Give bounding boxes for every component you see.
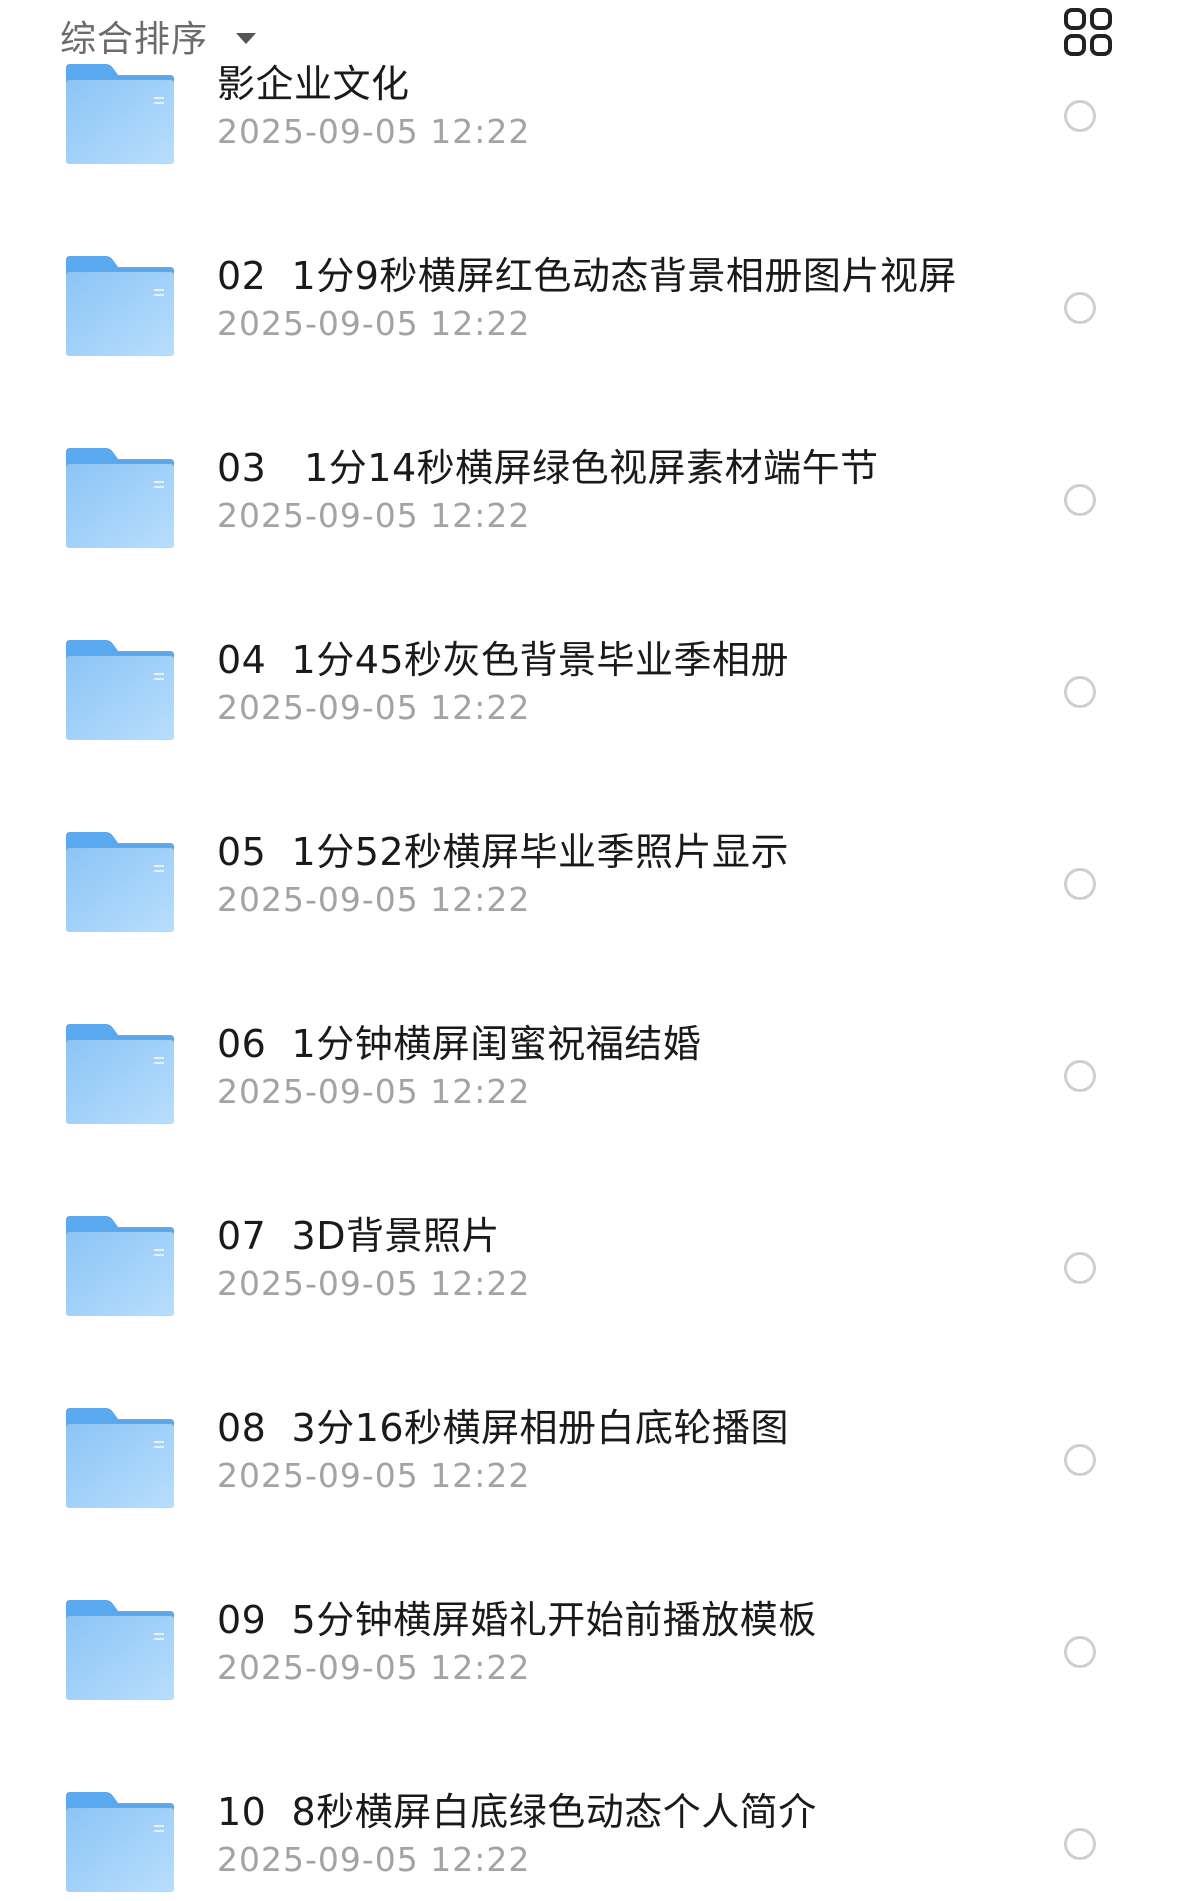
select-radio[interactable] — [1064, 1828, 1096, 1860]
sort-label: 综合排序 — [60, 19, 209, 60]
folder-icon — [66, 1792, 174, 1892]
file-row[interactable]: 08 3分16秒横屏相册白底轮播图 2025-09-05 12:22 — [0, 1277, 1179, 1508]
file-date: 2025-09-05 12:22 — [217, 1840, 531, 1879]
file-name: 07 3D背景照片 — [217, 1214, 500, 1258]
file-name: 10 8秒横屏白底绿色动态个人简介 — [217, 1790, 817, 1834]
sort-dropdown[interactable]: 综合排序 — [60, 10, 257, 62]
file-name: 05 1分52秒横屏毕业季照片显示 — [217, 830, 790, 874]
file-row[interactable]: 09 5分钟横屏婚礼开始前播放模板 2025-09-05 12:22 — [0, 1469, 1179, 1700]
toolbar: 综合排序 — [0, 0, 1179, 64]
file-row[interactable]: 02 1分9秒横屏红色动态背景相册图片视屏 2025-09-05 12:22 — [0, 125, 1179, 356]
file-row[interactable]: 10 8秒横屏白底绿色动态个人简介 2025-09-05 12:22 — [0, 1661, 1179, 1892]
file-name: 08 3分16秒横屏相册白底轮播图 — [217, 1406, 790, 1450]
grid-view-icon[interactable] — [1063, 7, 1113, 57]
file-name: 03 1分14秒横屏绿色视屏素材端午节 — [217, 446, 879, 490]
file-row[interactable]: 04 1分45秒灰色背景毕业季相册 2025-09-05 12:22 — [0, 509, 1179, 740]
file-list-page: 影企业文化 2025-09-05 12:22 02 1分9秒横屏红色动态背景相册图片… — [0, 0, 1179, 1901]
file-row[interactable]: 07 3D背景照片 2025-09-05 12:22 — [0, 1085, 1179, 1316]
caret-down-icon — [236, 32, 257, 44]
file-name: 06 1分钟横屏闺蜜祝福结婚 — [217, 1022, 702, 1066]
file-name: 04 1分45秒灰色背景毕业季相册 — [217, 638, 790, 682]
file-row[interactable]: 03 1分14秒横屏绿色视屏素材端午节 2025-09-05 12:22 — [0, 317, 1179, 548]
file-name: 02 1分9秒横屏红色动态背景相册图片视屏 — [217, 254, 957, 298]
file-name: 09 5分钟横屏婚礼开始前播放模板 — [217, 1598, 817, 1642]
file-row[interactable]: 06 1分钟横屏闺蜜祝福结婚 2025-09-05 12:22 — [0, 893, 1179, 1124]
file-row[interactable]: 05 1分52秒横屏毕业季照片显示 2025-09-05 12:22 — [0, 701, 1179, 932]
